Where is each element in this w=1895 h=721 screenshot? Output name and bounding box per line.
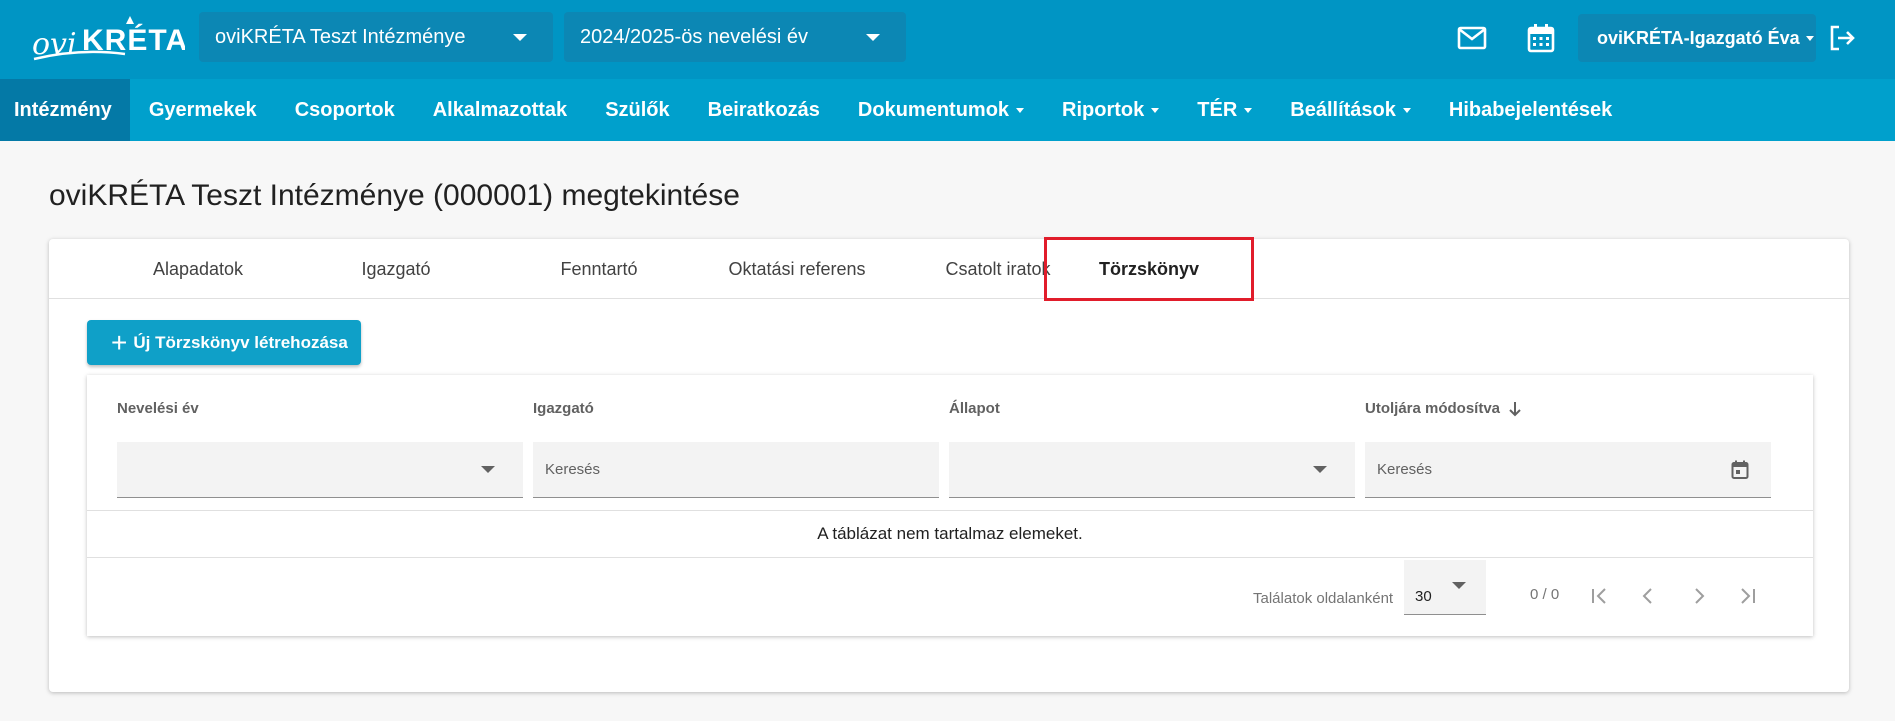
logout-icon[interactable] xyxy=(1826,22,1858,54)
nav-item-szulok[interactable]: Szülők xyxy=(586,79,688,141)
chevron-left-icon xyxy=(1642,588,1652,604)
main-nav: Intézmény Gyermekek Csoportok Alkalmazottak… xyxy=(0,79,1895,141)
tab-alapadatok[interactable]: Alapadatok xyxy=(98,239,298,299)
nav-item-ter[interactable]: TÉR xyxy=(1178,79,1271,141)
page-size-value: 30 xyxy=(1415,588,1432,605)
last-page-icon xyxy=(1741,588,1755,604)
nav-item-gyermekek[interactable]: Gyermekek xyxy=(130,79,276,141)
dropdown-arrow-icon xyxy=(1452,582,1466,589)
user-name: oviKRÉTA-Igazgató Éva xyxy=(1597,27,1800,48)
filter-placeholder: Keresés xyxy=(1377,461,1433,478)
filter-utoljara-modositva-date[interactable]: Keresés xyxy=(1365,442,1771,498)
caret-down-icon xyxy=(1151,107,1160,113)
nav-item-label: Csoportok xyxy=(294,98,395,121)
filter-igazgato-input[interactable]: Keresés xyxy=(533,442,939,498)
page-size-label: Találatok oldalanként xyxy=(1253,590,1394,607)
first-page-button[interactable] xyxy=(1581,578,1617,614)
new-register-button[interactable]: + Új Törzskönyv létrehozása xyxy=(87,320,361,365)
nav-item-label: Beállítások xyxy=(1290,98,1396,121)
filter-placeholder: Keresés xyxy=(545,461,601,478)
prev-page-button[interactable] xyxy=(1630,578,1666,614)
dropdown-arrow-icon xyxy=(481,466,495,473)
nav-item-label: Szülők xyxy=(605,98,670,121)
tab-igazgato[interactable]: Igazgató xyxy=(296,239,496,299)
chevron-down-icon xyxy=(513,34,527,41)
pagination-range: 0 / 0 xyxy=(1530,586,1560,603)
column-header-utoljara-modositva[interactable]: Utoljára módosítva xyxy=(1365,400,1522,417)
nav-item-label: Beiratkozás xyxy=(707,98,820,121)
filter-nevelesi-ev-select[interactable] xyxy=(117,442,523,498)
nav-item-csoportok[interactable]: Csoportok xyxy=(276,79,414,141)
chevron-down-icon xyxy=(866,34,880,41)
nav-item-beiratkozas[interactable]: Beiratkozás xyxy=(689,79,839,141)
mail-icon[interactable] xyxy=(1456,22,1488,54)
ovikreta-logo[interactable]: ovi KRÉTA xyxy=(30,12,185,64)
nav-item-alkalmazottak[interactable]: Alkalmazottak xyxy=(414,79,587,141)
dropdown-arrow-icon xyxy=(1313,466,1327,473)
page-title: oviKRÉTA Teszt Intézménye (000001) megte… xyxy=(49,179,740,212)
column-header-nevelesi-ev[interactable]: Nevelési év xyxy=(117,400,199,417)
tab-highlight-box xyxy=(1044,237,1254,301)
nav-item-label: Gyermekek xyxy=(148,98,257,121)
nav-item-label: Hibabejelentések xyxy=(1448,98,1613,121)
next-page-button[interactable] xyxy=(1681,578,1717,614)
column-header-label: Utoljára módosítva xyxy=(1365,400,1501,417)
nav-item-label: Dokumentumok xyxy=(857,98,1010,121)
school-year-select-value: 2024/2025-ös nevelési év xyxy=(580,25,808,48)
page-size-select[interactable]: 30 xyxy=(1404,560,1486,615)
school-year-select[interactable]: 2024/2025-ös nevelési év xyxy=(564,12,906,62)
chevron-right-icon xyxy=(1695,588,1705,604)
caret-down-icon xyxy=(1016,107,1025,113)
user-menu[interactable]: oviKRÉTA-Igazgató Éva xyxy=(1578,14,1816,62)
empty-table-message: A táblázat nem tartalmaz elemeket. xyxy=(817,524,1083,543)
table-divider xyxy=(87,557,1813,558)
plus-icon: + xyxy=(111,326,128,358)
caret-down-icon xyxy=(1805,35,1814,41)
tab-oktatasi-referens[interactable]: Oktatási referens xyxy=(697,239,897,299)
tab-bar: Alapadatok Igazgató Fenntartó Oktatási r… xyxy=(49,237,1849,301)
nav-item-beallitasok[interactable]: Beállítások xyxy=(1271,79,1430,141)
institution-select[interactable]: oviKRÉTA Teszt Intézménye xyxy=(199,12,553,62)
tab-fenntarto[interactable]: Fenntartó xyxy=(499,239,699,299)
nav-item-hibabejelentesek[interactable]: Hibabejelentések xyxy=(1430,79,1631,141)
nav-item-label: Intézmény xyxy=(14,98,112,121)
institution-select-value: oviKRÉTA Teszt Intézménye xyxy=(215,25,466,48)
top-header: ovi KRÉTA oviKRÉTA Teszt Intézménye 2024… xyxy=(0,0,1895,79)
last-page-button[interactable] xyxy=(1730,578,1766,614)
content-card: Alapadatok Igazgató Fenntartó Oktatási r… xyxy=(49,237,1849,692)
calendar-icon[interactable] xyxy=(1731,460,1749,480)
calendar-icon[interactable] xyxy=(1525,22,1557,54)
nav-item-dokumentumok[interactable]: Dokumentumok xyxy=(839,79,1043,141)
nav-item-label: Alkalmazottak xyxy=(432,98,568,121)
caret-down-icon xyxy=(1402,107,1411,113)
column-header-allapot[interactable]: Állapot xyxy=(949,400,1000,417)
column-header-igazgato[interactable]: Igazgató xyxy=(533,400,594,417)
filter-allapot-select[interactable] xyxy=(949,442,1355,498)
first-page-icon xyxy=(1592,588,1606,604)
new-register-button-label: Új Törzskönyv létrehozása xyxy=(133,332,348,352)
nav-item-intezmeny[interactable]: Intézmény xyxy=(0,79,130,141)
nav-item-label: Riportok xyxy=(1062,98,1145,121)
register-table: Nevelési év Igazgató Állapot Utoljára mó… xyxy=(87,375,1813,636)
nav-item-riportok[interactable]: Riportok xyxy=(1043,79,1178,141)
nav-item-label: TÉR xyxy=(1197,98,1238,121)
sort-down-arrow-icon xyxy=(1509,401,1521,416)
caret-down-icon xyxy=(1244,107,1253,113)
